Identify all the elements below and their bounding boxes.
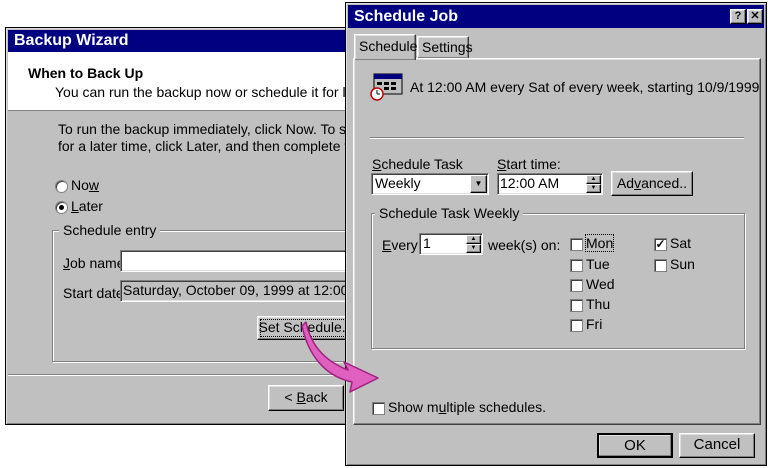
- every-weeks-input[interactable]: 1 ▲ ▼: [419, 233, 483, 255]
- tab-schedule-label: Schedule: [359, 38, 418, 54]
- start-time-spin-up[interactable]: ▲: [586, 175, 601, 184]
- every-spin-up[interactable]: ▲: [466, 235, 481, 244]
- show-multiple-label[interactable]: Show multiple schedules.: [388, 399, 546, 415]
- close-button[interactable]: ✕: [747, 9, 763, 24]
- weeks-on-label: week(s) on:: [488, 237, 561, 253]
- schedule-task-value: Weekly: [375, 175, 421, 191]
- callout-arrow: [300, 318, 384, 394]
- radio-now-accel: w: [88, 177, 100, 193]
- day-thu-checkbox[interactable]: [570, 299, 583, 312]
- help-button[interactable]: ?: [730, 9, 746, 24]
- backup-wizard-titlebar[interactable]: Backup Wizard: [8, 30, 362, 52]
- job-name-input[interactable]: [120, 250, 380, 272]
- day-thu-label[interactable]: Thu: [586, 296, 610, 312]
- start-time-spin-down[interactable]: ▼: [586, 184, 601, 193]
- schedule-entry-legend: Schedule entry: [59, 222, 161, 238]
- radio-now-label[interactable]: Now: [71, 177, 99, 193]
- close-icon: ✕: [750, 10, 760, 22]
- day-sun-label[interactable]: Sun: [670, 256, 695, 272]
- start-date-label: Start date: [63, 285, 124, 301]
- ok-button[interactable]: OK: [597, 433, 673, 458]
- wizard-header-subtitle: You can run the backup now or schedule i…: [55, 84, 370, 100]
- schedule-task-select[interactable]: Weekly ▼: [371, 173, 489, 195]
- radio-now[interactable]: [55, 180, 68, 193]
- start-time-label: Start time:: [497, 156, 561, 172]
- radio-later-label[interactable]: Later: [71, 198, 103, 214]
- day-tue-checkbox[interactable]: [570, 259, 583, 272]
- weekly-group-legend: Schedule Task Weekly: [375, 205, 524, 221]
- wizard-header-panel: When to Back Up You can run the backup n…: [8, 52, 370, 111]
- day-sat-checkbox[interactable]: ✓: [654, 238, 667, 251]
- cancel-button-label: Cancel: [693, 436, 741, 453]
- help-icon: ?: [734, 10, 742, 22]
- summary-divider: [370, 137, 744, 139]
- day-sat-label[interactable]: Sat: [670, 235, 691, 251]
- job-name-label: Job name:: [63, 255, 129, 271]
- schedule-job-titlebar[interactable]: Schedule Job: [348, 5, 764, 28]
- every-label: Every: [382, 237, 418, 253]
- tab-schedule[interactable]: Schedule: [354, 34, 418, 60]
- cancel-button[interactable]: Cancel: [679, 433, 755, 458]
- day-sun-checkbox[interactable]: [654, 259, 667, 272]
- schedule-job-title: Schedule Job: [354, 8, 459, 25]
- start-time-input[interactable]: 12:00 AM ▲ ▼: [497, 173, 603, 195]
- start-date-value: Saturday, October 09, 1999 at 12:00 AM: [123, 282, 373, 298]
- day-fri-label[interactable]: Fri: [586, 316, 602, 332]
- schedule-summary: At 12:00 AM every Sat of every week, sta…: [410, 79, 760, 95]
- schedule-job-window: Schedule Job ? ✕ Schedule Settings At 12…: [345, 2, 767, 466]
- chevron-down-icon: ▼: [474, 179, 483, 188]
- advanced-button-label: Advanced..: [616, 175, 688, 191]
- radio-later-accel: L: [71, 198, 79, 214]
- ok-button-label: OK: [624, 437, 646, 454]
- schedule-task-dropdown-button[interactable]: ▼: [470, 175, 487, 193]
- day-wed-label[interactable]: Wed: [586, 276, 615, 292]
- tab-settings[interactable]: Settings: [417, 36, 473, 58]
- tab-settings-label: Settings: [422, 39, 473, 55]
- radio-later[interactable]: [55, 201, 68, 214]
- day-fri-checkbox[interactable]: [570, 319, 583, 332]
- start-time-value: 12:00 AM: [500, 175, 560, 191]
- show-multiple-checkbox[interactable]: [372, 402, 385, 415]
- day-mon-checkbox[interactable]: [570, 238, 583, 251]
- wizard-header-title: When to Back Up: [28, 65, 144, 81]
- every-weeks-value: 1: [423, 235, 431, 251]
- backup-wizard-title: Backup Wizard: [14, 32, 129, 49]
- advanced-button[interactable]: Advanced..: [611, 171, 693, 196]
- start-date-field: Saturday, October 09, 1999 at 12:00 AM: [120, 280, 380, 302]
- schedule-task-label: Schedule Task: [372, 156, 463, 172]
- every-spin-down[interactable]: ▼: [466, 244, 481, 253]
- day-wed-checkbox[interactable]: [570, 279, 583, 292]
- day-mon-label[interactable]: Mon: [584, 234, 615, 252]
- day-tue-label[interactable]: Tue: [586, 256, 610, 272]
- calendar-clock-icon: [370, 73, 406, 101]
